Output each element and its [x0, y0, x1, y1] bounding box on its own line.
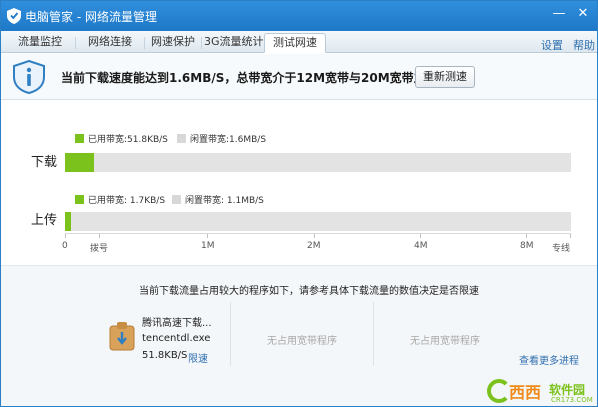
process-speed: 51.8KB/S: [142, 350, 188, 361]
axis-tick: [570, 234, 571, 238]
upload-used-text: 已用带宽: 1.7KB/S: [88, 196, 166, 206]
upload-idle-text: 闲置带宽: 1.1MB/S: [185, 196, 264, 206]
limit-speed-link[interactable]: 限速: [188, 350, 208, 365]
download-bar-track: [65, 153, 571, 172]
column-divider: [230, 302, 231, 366]
upload-label: 上传: [31, 213, 58, 228]
axis-tick: [65, 234, 66, 238]
empty-slot-label: 无占用宽带程序: [410, 336, 480, 347]
axis-tick: [207, 234, 208, 238]
process-name: 腾讯高速下载...: [142, 318, 212, 329]
download-used-legend: 已用带宽:51.8KB/S: [75, 132, 168, 145]
result-banner: 当前下载速度能达到1.6MB/S，总带宽介于12M宽带与20M宽带之间 重新测速: [1, 54, 597, 100]
watermark-text-xixi: 西西: [509, 383, 542, 402]
tab-network-connections[interactable]: 网络连接: [79, 33, 141, 53]
upload-bar-track: [65, 212, 571, 231]
idle-swatch: [172, 195, 181, 204]
speed-axis: [65, 233, 571, 234]
upload-idle-legend: 闲置带宽: 1.1MB/S: [172, 193, 264, 206]
tab-divider: [75, 37, 76, 49]
view-more-processes-link[interactable]: 查看更多进程: [519, 352, 579, 367]
upload-bar-fill: [65, 212, 71, 231]
axis-tick: [314, 234, 315, 238]
tab-3g-stats[interactable]: 3G流量统计: [204, 33, 264, 53]
column-divider: [373, 302, 374, 366]
download-idle-text: 闲置带宽:1.6MB/S: [190, 135, 267, 145]
minimize-button[interactable]: —: [549, 5, 569, 23]
used-swatch: [75, 134, 84, 143]
bandwidth-chart: 已用带宽:51.8KB/S 闲置带宽:1.6MB/S 下载 已用带宽: 1.7K…: [1, 101, 597, 264]
window-title: 电脑管家 - 网络流量管理: [25, 10, 157, 24]
help-link[interactable]: 帮助: [573, 37, 595, 53]
process-exe: tencentdl.exe: [142, 333, 211, 344]
retest-button[interactable]: 重新测速: [415, 66, 475, 88]
axis-tick-label-8m: 8M: [520, 241, 534, 251]
used-swatch: [75, 195, 84, 204]
download-idle-legend: 闲置带宽:1.6MB/S: [177, 132, 266, 145]
empty-slot-label: 无占用宽带程序: [267, 336, 337, 347]
axis-tick: [99, 234, 100, 238]
tab-speed-protection[interactable]: 网速保护: [148, 33, 198, 53]
watermark-url: CR173.COM: [551, 396, 593, 404]
tab-bar: 流量监控 网络连接 网速保护 3G流量统计 测试网速 设置 帮助: [1, 31, 597, 53]
axis-tick: [526, 234, 527, 238]
tab-divider: [144, 37, 145, 49]
processes-headline: 当前下载流量占用较大的程序如下，请参考具体下载流量的数值决定是否限速: [139, 286, 479, 297]
axis-tick-label-0: 0: [62, 241, 68, 251]
title-bar: 电脑管家 - 网络流量管理 — ✕: [1, 1, 597, 31]
tab-traffic-monitor[interactable]: 流量监控: [9, 33, 71, 53]
watermark-logo: 西西 软件园 CR173.COM: [487, 377, 597, 406]
axis-tick-label-2m: 2M: [307, 241, 321, 251]
watermark-ring-icon: [487, 379, 511, 403]
axis-tick: [420, 234, 421, 238]
download-bar-fill: [65, 153, 94, 172]
shield-logo-icon: [7, 8, 21, 24]
speed-result-message: 当前下载速度能达到1.6MB/S，总带宽介于12M宽带与20M宽带之间: [61, 71, 438, 85]
upload-used-legend: 已用带宽: 1.7KB/S: [75, 193, 165, 206]
info-icon: [13, 60, 45, 94]
axis-tick-label-4m: 4M: [414, 241, 428, 251]
download-label: 下载: [31, 155, 58, 170]
tab-speed-test[interactable]: 测试网速: [264, 33, 326, 53]
axis-tick-label-leased-line: 专线: [552, 244, 571, 254]
axis-tick-label-1m: 1M: [201, 241, 215, 251]
close-button[interactable]: ✕: [573, 5, 593, 23]
settings-link[interactable]: 设置: [541, 37, 563, 53]
tab-divider: [201, 37, 202, 49]
idle-swatch: [177, 134, 186, 143]
download-used-text: 已用带宽:51.8KB/S: [88, 135, 168, 145]
main-window: 电脑管家 - 网络流量管理 — ✕ 流量监控 网络连接 网速保护 3G流量统计 …: [0, 0, 598, 407]
axis-tick-label-dialup: 拨号: [90, 244, 109, 254]
package-icon: [109, 322, 135, 351]
